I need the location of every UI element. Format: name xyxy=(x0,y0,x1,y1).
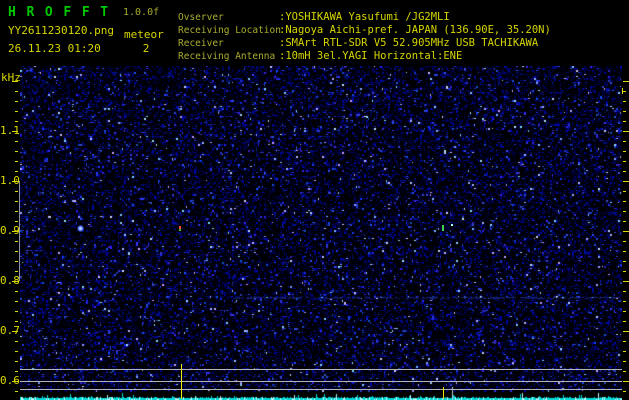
y-major-tick-left xyxy=(12,330,18,332)
app-title: H R O F F T xyxy=(8,5,110,20)
y-minor-tick-right xyxy=(623,240,626,242)
info-label: Receiving Antenna xyxy=(178,51,276,62)
y-minor-tick-right xyxy=(623,190,626,192)
carrier-baseline xyxy=(20,369,622,370)
y-major-tick-left xyxy=(12,130,18,132)
y-minor-tick-right xyxy=(623,120,626,122)
y-minor-tick-right xyxy=(623,220,626,222)
hrofft-spectrogram-image: H R O F F T 1.0.0f YY2611230120.png mete… xyxy=(0,0,629,400)
echo-dot-cyan xyxy=(451,224,453,226)
y-minor-tick-left xyxy=(15,340,18,342)
y-major-tick-left xyxy=(12,230,18,232)
y-minor-tick-right xyxy=(623,100,626,102)
y-minor-tick-left xyxy=(15,270,18,272)
y-minor-tick-right xyxy=(623,310,626,312)
meteor-echo-marker xyxy=(181,364,182,399)
y-minor-tick-left xyxy=(15,300,18,302)
detection-band-marker xyxy=(19,180,20,281)
y-minor-tick-right xyxy=(623,250,626,252)
y-minor-tick-left xyxy=(15,240,18,242)
y-major-tick-left xyxy=(12,180,18,182)
y-minor-tick-left xyxy=(15,370,18,372)
meteor-echo-marker xyxy=(443,387,444,399)
y-minor-tick-left xyxy=(15,290,18,292)
app-version: 1.0.0f xyxy=(123,7,160,18)
y-major-tick-right xyxy=(623,380,629,382)
y-major-tick-right xyxy=(623,180,629,182)
observation-datetime: 26.11.23 01:20 xyxy=(8,42,101,55)
y-minor-tick-right xyxy=(623,90,626,92)
echo-dot-green xyxy=(179,229,181,231)
y-minor-tick-right xyxy=(623,210,626,212)
spectrogram-waterfall xyxy=(20,66,622,400)
y-minor-tick-left xyxy=(15,150,18,152)
y-minor-tick-right xyxy=(623,260,626,262)
y-minor-tick-right xyxy=(623,390,626,392)
y-minor-tick-right xyxy=(623,270,626,272)
y-minor-tick-right xyxy=(623,300,626,302)
y-minor-tick-left xyxy=(15,210,18,212)
info-row: Receiver:SMArt RTL-SDR V5 52.905MHz USB … xyxy=(178,34,551,49)
info-row: Receiving Location:Nagoya Aichi-pref. JA… xyxy=(178,21,551,36)
y-minor-tick-left xyxy=(15,160,18,162)
y-major-tick-left xyxy=(12,380,18,382)
mode-label: meteor xyxy=(124,28,164,41)
y-minor-tick-right xyxy=(623,290,626,292)
y-minor-tick-left xyxy=(15,260,18,262)
y-minor-tick-right xyxy=(623,140,626,142)
y-minor-tick-left xyxy=(15,390,18,392)
y-minor-tick-left xyxy=(15,360,18,362)
y-minor-tick-right xyxy=(623,320,626,322)
y-minor-tick-left xyxy=(15,190,18,192)
y-minor-tick-right xyxy=(623,160,626,162)
echo-dot-green-dash xyxy=(442,225,444,231)
echo-count: 2 xyxy=(142,42,150,55)
info-row: Ovserver:YOSHIKAWA Yasufumi /JG2MLI xyxy=(178,8,551,23)
y-axis-unit-label: kHz xyxy=(1,71,21,84)
y-major-tick-left xyxy=(12,280,18,282)
y-minor-tick-right xyxy=(623,360,626,362)
y-minor-tick-right xyxy=(623,110,626,112)
y-minor-tick-left xyxy=(15,320,18,322)
y-major-tick-right xyxy=(623,230,629,232)
y-minor-tick-right xyxy=(623,150,626,152)
y-minor-tick-left xyxy=(15,310,18,312)
y-minor-tick-left xyxy=(15,250,18,252)
y-minor-tick-right xyxy=(623,350,626,352)
y-minor-tick-left xyxy=(15,200,18,202)
echo-dot-blue-blob xyxy=(77,225,84,232)
carrier-baseline xyxy=(20,381,622,382)
output-filename: YY2611230120.png xyxy=(8,24,114,37)
y-major-tick-right xyxy=(623,330,629,332)
y-minor-tick-left xyxy=(15,120,18,122)
y-minor-tick-left xyxy=(15,100,18,102)
y-major-tick-right xyxy=(623,130,629,132)
station-info-block: Ovserver:YOSHIKAWA Yasufumi /JG2MLI Recei… xyxy=(178,8,551,62)
x-minute-tick xyxy=(622,88,623,94)
y-minor-tick-right xyxy=(623,340,626,342)
carrier-baseline xyxy=(20,389,622,390)
y-minor-tick-right xyxy=(623,200,626,202)
y-minor-tick-right xyxy=(623,370,626,372)
y-minor-tick-left xyxy=(15,170,18,172)
y-minor-tick-left xyxy=(15,350,18,352)
info-value: :10mH 3el.YAGI Horizontal:ENE xyxy=(279,50,463,62)
y-minor-tick-left xyxy=(15,140,18,142)
y-major-tick-right xyxy=(623,80,629,82)
y-minor-tick-left xyxy=(15,220,18,222)
y-major-tick-right xyxy=(623,280,629,282)
y-minor-tick-left xyxy=(15,90,18,92)
y-minor-tick-right xyxy=(623,170,626,172)
y-major-tick-left xyxy=(12,80,18,82)
y-minor-tick-left xyxy=(15,110,18,112)
